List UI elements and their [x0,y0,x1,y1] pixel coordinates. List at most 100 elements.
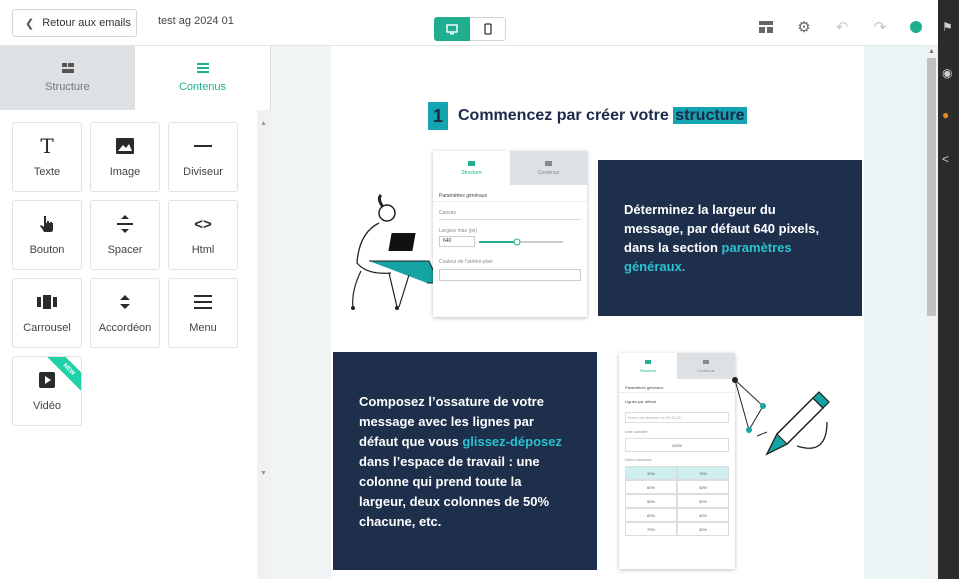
email-preview[interactable]: 1 Commencez par créer votre structure St… [331,46,864,579]
accordion-icon [120,292,130,312]
scroll-up-arrow-icon[interactable]: ▲ [260,120,267,127]
block-label: Image [109,166,141,178]
default-lines-mockup: Structure Contenus Paramètres généraux L… [619,353,735,569]
block-label: Html [191,244,215,256]
block-button[interactable]: Bouton [12,200,82,270]
carousel-icon [37,292,57,312]
mock-tab-label: Contenus [697,367,715,373]
redo-icon[interactable]: ↷ [872,19,888,36]
mock2-cell: 40% [677,508,729,522]
block-label: Spacer [107,244,143,256]
block-carousel[interactable]: Carrousel [12,278,82,348]
mock-width-value: 640 [439,236,475,247]
video-icon [39,370,55,390]
structure-icon [61,63,74,73]
right-side-panel: ⚑ ◉ ● < [938,0,959,579]
mock2-one-col-table: 100% [625,438,729,452]
heading-highlight: structure [673,107,747,124]
mock2-two-cols-label: Deux colonnes [625,457,652,462]
mock2-cell: 30% [677,522,729,536]
text-icon: T [40,134,54,158]
share-icon[interactable]: < [942,152,949,166]
mock2-cell: 60% [625,480,677,494]
sidebar-scrollbar[interactable]: ▲ ▼ [257,110,271,579]
block-text[interactable]: T Texte [12,122,82,192]
mock2-cell: 30% [625,466,677,480]
block-accordion[interactable]: Accordéon [90,278,160,348]
mock-tab-label: Contenus [537,169,560,176]
sidebar: Structure Contenus T Texte Image Diviseu… [0,46,271,579]
back-to-emails-button[interactable]: ❮ Retour aux emails [12,9,137,37]
info-card-width: Déterminez la largeur du message, par dé… [598,160,862,316]
block-label: Diviseur [183,166,223,178]
device-toggle [434,17,506,41]
mock-tab-label: Structure [461,169,482,176]
content-blocks-panel: T Texte Image Diviseur Bouton Spacer <> … [0,110,257,579]
chevron-left-icon: ❮ [25,17,35,30]
block-html[interactable]: <> Html [168,200,238,270]
contents-icon [703,359,709,364]
block-video[interactable]: NEW Vidéo [12,356,82,426]
eye-icon[interactable]: ◉ [942,66,952,80]
contents-icon [545,160,552,166]
mock-tabs: Structure Contenus [433,151,587,185]
scroll-thumb[interactable] [927,58,936,316]
canvas-scrollbar[interactable]: ▲ [925,46,938,579]
block-label: Menu [189,322,217,334]
pen-illustration [732,377,830,456]
scroll-down-arrow-icon[interactable]: ▼ [260,470,267,477]
mock-tab-label: Structure [639,367,657,373]
mobile-view-button[interactable] [470,17,506,41]
card2-text-after: dans l’espace de travail : une colonne q… [359,454,550,529]
mock2-cell: 60% [625,508,677,522]
mock2-cell: 50% [677,494,729,508]
structure-icon [645,359,651,364]
block-menu[interactable]: Menu [168,278,238,348]
mock2-tab-structure: Structure [619,353,677,379]
mock2-cell: 70% [625,522,677,536]
structure-icon [468,160,475,166]
mock-width-label: Largeur max (px) [439,228,478,234]
top-toolbar: ❮ Retour aux emails test ag 2024 01 ⚙ ↶ … [0,0,938,46]
step-number-badge: 1 [428,102,448,130]
block-divider[interactable]: Diviseur [168,122,238,192]
mock-width-row: 640 [439,236,581,247]
mock-tab-structure: Structure [433,151,510,185]
code-icon: <> [194,215,212,233]
layout-icon[interactable] [758,19,774,35]
spacer-icon [117,214,133,234]
mock2-cell: 70% [677,466,729,480]
block-label: Accordéon [98,322,152,334]
tab-structure[interactable]: Structure [0,46,135,110]
extension-icon[interactable]: ● [942,108,949,122]
mock2-one-col-label: Une colonne [625,429,648,434]
content-blocks-grid: T Texte Image Diviseur Bouton Spacer <> … [12,122,238,426]
mock2-tabs: Structure Contenus [619,353,735,379]
toolbar-actions: ⚙ ↶ ↷ [758,19,922,36]
heading-prefix: Commencez par créer votre [458,107,669,124]
mobile-icon [483,23,492,35]
step1-heading-text: Commencez par créer votre structure [458,107,747,125]
gear-icon[interactable]: ⚙ [796,19,812,36]
save-status-dot [910,21,922,33]
bookmark-icon[interactable]: ⚑ [942,20,953,34]
mock-canvas-field: Canvas [439,210,581,220]
mock-section-title: Paramètres généraux [433,191,587,202]
contents-icon [196,63,209,73]
undo-icon[interactable]: ↶ [834,19,850,36]
mock2-cell: 50% [625,494,677,508]
tab-contents[interactable]: Contenus [135,46,270,110]
desktop-icon [446,23,458,34]
document-title: test ag 2024 01 [158,15,234,27]
block-label: Bouton [29,244,65,256]
mock2-cell: 40% [677,480,729,494]
desktop-view-button[interactable] [434,17,470,41]
image-icon [116,136,134,156]
block-spacer[interactable]: Spacer [90,200,160,270]
scroll-up-arrow-icon[interactable]: ▲ [928,48,935,55]
mock2-search-field: Entrer une structure, ex: 50-25-25 [625,412,729,423]
tab-contents-label: Contenus [178,81,227,93]
mock2-cell: 100% [625,438,729,452]
button-hand-icon [39,214,55,234]
block-image[interactable]: Image [90,122,160,192]
